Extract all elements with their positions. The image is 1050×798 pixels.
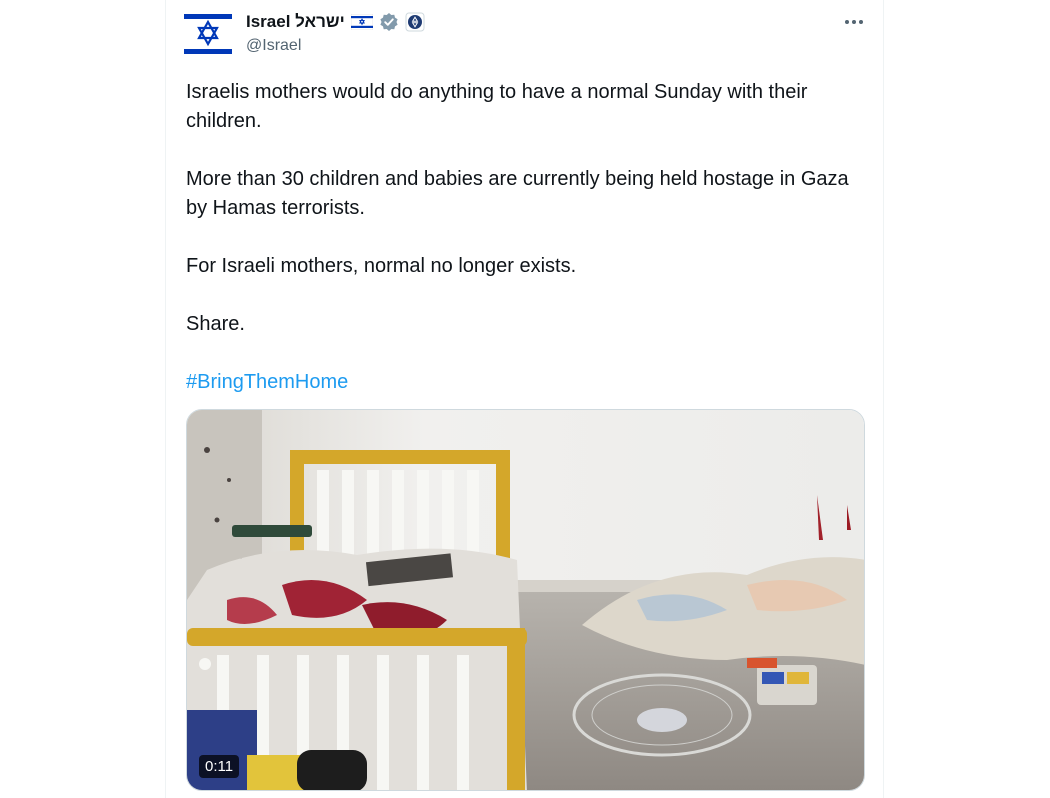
avatar[interactable] [184, 10, 232, 58]
more-options-icon[interactable] [842, 10, 866, 34]
video-thumbnail [187, 410, 864, 790]
verified-gray-badge-icon[interactable] [379, 12, 399, 32]
star-of-david-icon [184, 10, 232, 58]
display-name[interactable]: Israel ישראל [246, 12, 345, 32]
israel-flag-icon [350, 14, 373, 30]
video-duration: 0:11 [199, 755, 240, 778]
hashtag-link[interactable]: #BringThemHome [186, 371, 348, 393]
tweet-text-line: Share. [186, 313, 245, 335]
tweet-text-line: Israelis mothers would do anything to ha… [186, 81, 808, 132]
tweet-text-line: For Israeli mothers, normal no longer ex… [186, 255, 577, 277]
tweet-text-line: More than 30 children and babies are cur… [186, 168, 849, 219]
tweet-text: Israelis mothers would do anything to ha… [186, 78, 866, 397]
tweet[interactable]: Israel ישראל @Israel Israelis mothers wo… [166, 0, 883, 798]
handle[interactable]: @Israel [246, 37, 425, 55]
video-player[interactable]: 0:11 [186, 409, 865, 791]
tweet-header: Israel ישראל @Israel [246, 10, 425, 55]
timeline-right-border [883, 0, 884, 798]
government-emblem-icon[interactable] [405, 12, 425, 32]
